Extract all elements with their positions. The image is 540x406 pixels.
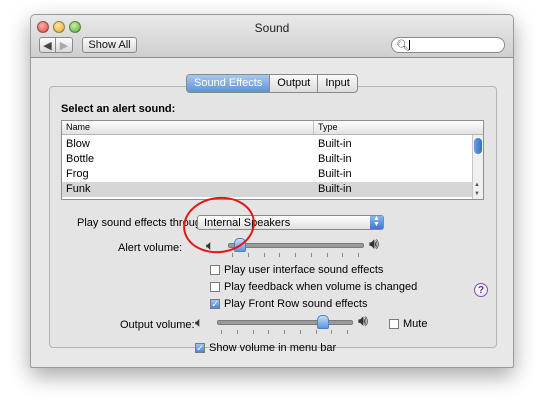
slider-tick [221,330,222,334]
preferences-content: Select an alert sound: Name Type Blow Bu… [31,58,513,367]
sound-name: Funk [66,183,91,195]
scroll-down-arrow-icon[interactable]: ▼ [474,191,480,197]
tab-bar: Sound Effects Output Input [186,74,358,93]
alert-sound-prompt: Select an alert sound: [61,103,176,115]
alert-volume-ticks [232,253,359,257]
sound-type: Built-in [318,183,352,195]
front-row-checkbox[interactable]: ✓ [210,299,220,309]
table-row[interactable]: Frog Built-in [62,167,472,182]
slider-tick [347,330,348,334]
scroll-up-arrow-icon[interactable]: ▲ [474,182,480,188]
slider-tick [247,253,249,257]
slider-tick [279,253,281,257]
menu-bar-checkbox[interactable]: ✓ [195,343,205,353]
feedback-checkbox[interactable] [210,282,220,292]
title-bar: Sound ◀ ▶ Show All 🔍︎ [31,15,513,58]
column-header-name[interactable]: Name [66,122,90,132]
slider-tick [268,330,270,334]
sound-name: Frog [66,168,89,180]
column-header-type[interactable]: Type [318,122,338,132]
ui-sounds-checkbox[interactable] [210,265,220,275]
menu-bar-label: Show volume in menu bar [209,342,337,354]
scrollbar-thumb[interactable] [474,138,482,154]
tab-input[interactable]: Input [318,75,356,92]
sound-preferences-window: Sound ◀ ▶ Show All 🔍︎ Select an alert so… [30,14,514,368]
speaker-high-icon: 🔊︎ [358,313,369,330]
slider-tick [299,330,301,334]
feedback-label: Play feedback when volume is changed [224,281,418,293]
slider-tick [295,253,296,257]
slider-tick [326,253,328,257]
slider-tick [331,330,333,334]
alert-sound-table[interactable]: Name Type Blow Built-in Bottle Built-in … [61,120,484,200]
slider-tick [284,330,285,334]
speaker-high-icon: 🔊︎ [369,236,380,253]
show-all-button[interactable]: Show All [82,37,137,53]
sound-type: Built-in [318,153,352,165]
slider-tick [252,330,254,334]
popup-arrows-icon: ▲ ▼ [370,215,383,229]
back-button[interactable]: ◀ [39,37,56,53]
table-row-selected[interactable]: Funk Built-in [62,182,472,197]
table-scrollbar[interactable]: ▲ ▼ [472,135,483,199]
slider-tick [342,253,344,257]
slider-tick [358,253,359,257]
sound-name: Blow [66,138,90,150]
text-caret [409,40,410,50]
output-volume-slider-knob[interactable] [316,315,329,329]
front-row-label: Play Front Row sound effects [224,298,368,310]
output-volume-label: Output volume: [120,319,195,331]
window-title: Sound [254,21,290,35]
sound-type: Built-in [318,138,352,150]
forward-button[interactable]: ▶ [56,37,73,53]
output-volume-ticks [221,330,348,334]
mute-label: Mute [403,318,428,330]
column-divider [313,121,314,134]
magnifier-icon: 🔍︎ [396,40,410,52]
output-volume-track[interactable] [217,320,353,325]
table-row[interactable]: Blow Built-in [62,137,472,152]
slider-tick [310,253,312,257]
tab-sound-effects[interactable]: Sound Effects [187,75,271,92]
sound-type: Built-in [318,168,352,180]
slider-tick [236,330,238,334]
slider-tick [315,330,317,334]
slider-tick [263,253,265,257]
table-row[interactable]: Bottle Built-in [62,152,472,167]
alert-volume-track[interactable] [228,243,364,248]
slider-tick [232,253,233,257]
alert-volume-label: Alert volume: [118,242,183,254]
table-header: Name Type [62,121,483,135]
search-field[interactable]: 🔍︎ [391,37,505,53]
speaker-low-icon: 🔈︎ [195,314,204,330]
ui-sounds-label: Play user interface sound effects [224,264,384,276]
sound-name: Bottle [66,153,95,165]
mute-checkbox[interactable] [389,319,399,329]
help-button[interactable]: ? [474,283,488,297]
sound-effects-panel: Select an alert sound: Name Type Blow Bu… [49,86,497,348]
tab-output[interactable]: Output [270,75,319,92]
